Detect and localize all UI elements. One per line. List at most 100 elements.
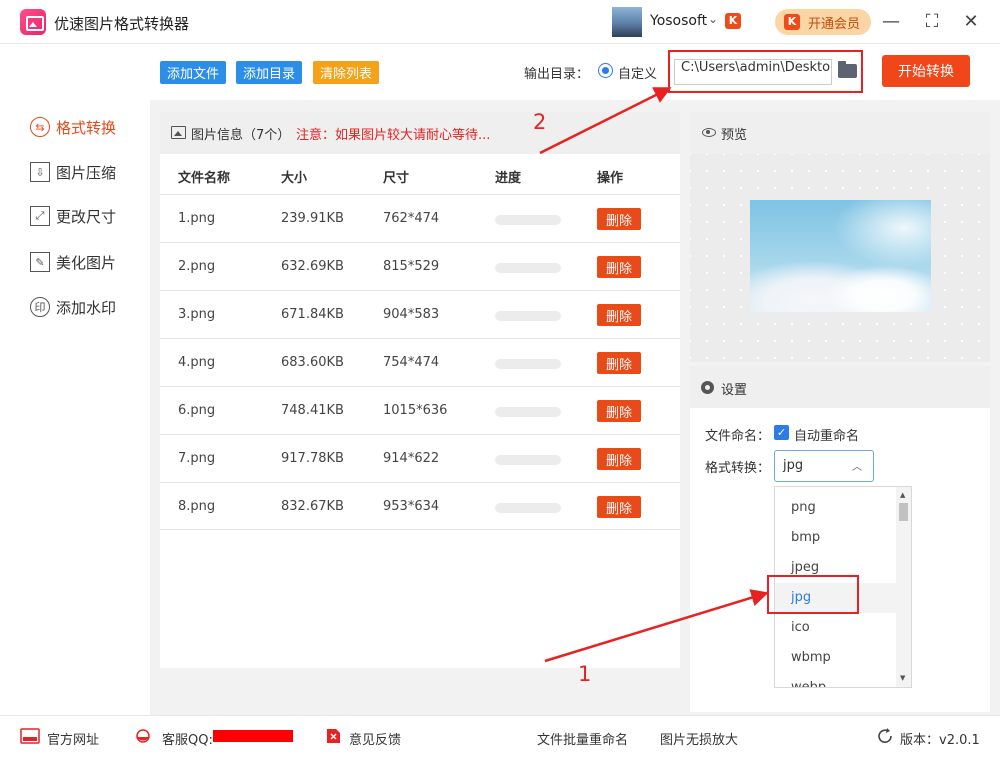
file-size: 832.67KB [281, 499, 344, 514]
vip-k-icon: K [725, 13, 741, 29]
auto-rename-label[interactable]: 自动重命名 [794, 425, 859, 444]
table-row: 6.png 748.41KB 1015*636 删除 [160, 386, 680, 434]
format-option-ico[interactable]: ico [775, 613, 897, 643]
file-dims: 914*622 [383, 451, 440, 466]
sidebar-item-format-convert[interactable]: ⇆ 格式转换 [30, 115, 116, 139]
user-avatar[interactable] [612, 7, 642, 37]
format-label: 格式转换： [705, 461, 771, 476]
delete-button[interactable]: 删除 [597, 208, 641, 230]
format-option-png[interactable]: png [775, 493, 897, 523]
format-option-bmp[interactable]: bmp [775, 523, 897, 553]
file-dims: 815*529 [383, 259, 440, 274]
resize-icon: ⤢ [30, 206, 50, 226]
custom-radio[interactable] [598, 63, 613, 78]
custom-radio-label[interactable]: 自定义 [618, 63, 657, 82]
table-row: 7.png 917.78KB 914*622 删除 [160, 434, 680, 482]
qq-number-redacted [213, 730, 293, 742]
scroll-down-icon[interactable]: ▼ [900, 674, 905, 682]
feedback-icon [327, 729, 340, 743]
progress-bar [495, 407, 561, 417]
annotation-number-1: 1 [578, 662, 592, 686]
preview-image [750, 200, 931, 312]
clear-list-button[interactable]: 清除列表 [313, 61, 380, 84]
scrollbar-thumb[interactable] [899, 503, 908, 521]
table-row: 1.png 239.91KB 762*474 删除 [160, 194, 680, 242]
highlight-box-output [668, 50, 863, 93]
progress-bar [495, 455, 561, 465]
file-panel-title: 图片信息（7个） [191, 128, 291, 143]
delete-button[interactable]: 删除 [597, 304, 641, 326]
format-select-value[interactable]: jpg [783, 458, 803, 473]
vip-crown-icon: K [784, 14, 800, 30]
add-file-button[interactable]: 添加文件 [160, 61, 227, 84]
sidebar-item-label: 格式转换 [56, 118, 117, 137]
scroll-up-icon[interactable]: ▲ [900, 491, 905, 499]
chevron-up-icon[interactable]: ︿ [852, 458, 862, 473]
footer-feedback-link[interactable]: 意见反馈 [349, 729, 401, 748]
format-option-wbmp[interactable]: wbmp [775, 643, 897, 673]
delete-button[interactable]: 删除 [597, 496, 641, 518]
table-row: 3.png 671.84KB 904*583 删除 [160, 290, 680, 338]
sidebar [0, 45, 150, 715]
footer-lossless-link[interactable]: 图片无损放大 [660, 729, 738, 748]
progress-bar [495, 215, 561, 225]
naming-label: 文件命名： [705, 429, 771, 444]
file-size: 632.69KB [281, 259, 344, 274]
sidebar-item-label: 美化图片 [56, 253, 117, 272]
sidebar-item-beautify[interactable]: ✎ 美化图片 [30, 250, 116, 274]
col-header-progress: 进度 [495, 171, 522, 186]
minimize-icon[interactable]: — [878, 9, 904, 35]
file-size: 683.60KB [281, 355, 344, 370]
sidebar-item-resize[interactable]: ⤢ 更改尺寸 [30, 204, 116, 228]
col-header-size: 大小 [281, 171, 308, 186]
table-row: 4.png 683.60KB 754*474 删除 [160, 338, 680, 386]
eye-icon [702, 128, 716, 137]
add-folder-button[interactable]: 添加目录 [236, 61, 303, 84]
delete-button[interactable]: 删除 [597, 448, 641, 470]
file-dims: 904*583 [383, 307, 440, 322]
progress-bar [495, 263, 561, 273]
file-name: 7.png [178, 451, 216, 466]
sidebar-item-compress[interactable]: ⇩ 图片压缩 [30, 160, 116, 184]
progress-bar [495, 503, 561, 513]
col-header-name: 文件名称 [178, 171, 231, 186]
sidebar-item-watermark[interactable]: 印 添加水印 [30, 295, 116, 319]
delete-button[interactable]: 删除 [597, 400, 641, 422]
table-row: 8.png 832.67KB 953*634 删除 [160, 482, 680, 530]
output-dir-label: 输出目录： [524, 67, 590, 82]
delete-button[interactable]: 删除 [597, 352, 641, 374]
progress-bar [495, 311, 561, 321]
username[interactable]: Yososoft [650, 13, 707, 29]
gear-icon [701, 381, 714, 394]
progress-bar [495, 359, 561, 369]
maximize-icon[interactable]: ⛶ [919, 9, 945, 35]
auto-rename-checkbox[interactable]: ✓ [774, 425, 789, 440]
app-logo-icon [20, 9, 46, 35]
format-option-webp[interactable]: webp [775, 673, 897, 687]
file-name: 1.png [178, 211, 216, 226]
settings-title: 设置 [721, 383, 748, 398]
beautify-icon: ✎ [30, 252, 50, 272]
file-size: 748.41KB [281, 403, 344, 418]
delete-button[interactable]: 删除 [597, 256, 641, 278]
highlight-box-jpg [767, 575, 859, 614]
preview-title: 预览 [721, 128, 748, 143]
footer-website-link[interactable]: 官方网址 [47, 729, 99, 748]
file-name: 6.png [178, 403, 216, 418]
chevron-down-icon[interactable]: ⌄ [708, 12, 718, 26]
sidebar-item-label: 更改尺寸 [56, 207, 117, 226]
col-header-action: 操作 [597, 171, 624, 186]
close-icon[interactable]: ✕ [958, 9, 984, 35]
col-header-dims: 尺寸 [383, 171, 410, 186]
file-name: 2.png [178, 259, 216, 274]
file-size: 239.91KB [281, 211, 344, 226]
footer-batch-rename-link[interactable]: 文件批量重命名 [537, 729, 628, 748]
sidebar-item-label: 图片压缩 [56, 163, 117, 182]
file-dims: 754*474 [383, 355, 440, 370]
image-icon [171, 126, 186, 139]
file-dims: 953*634 [383, 499, 440, 514]
footer-qq-label[interactable]: 客服QQ: [162, 729, 213, 748]
convert-icon: ⇆ [30, 117, 50, 137]
footer-version: 版本：v2.0.1 [900, 733, 980, 748]
start-convert-button[interactable]: 开始转换 [882, 55, 970, 87]
